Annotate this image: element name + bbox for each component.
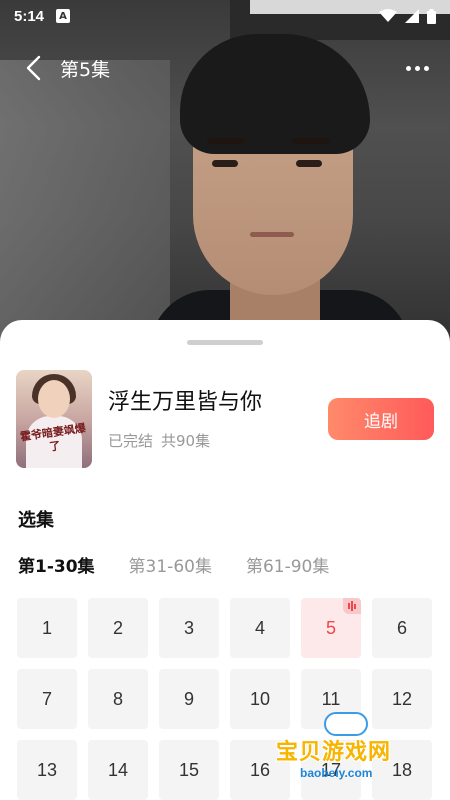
episode-number: 5 xyxy=(325,617,336,638)
wifi-icon xyxy=(379,9,397,22)
episode-number: 13 xyxy=(36,759,58,780)
now-playing-bar xyxy=(354,603,356,609)
episode-button-current[interactable]: 5 xyxy=(301,598,361,658)
episode-button[interactable]: 2 xyxy=(88,598,148,658)
episode-button[interactable]: 13 xyxy=(17,740,77,800)
video-actor-mouth xyxy=(250,232,294,237)
episode-button[interactable]: 3 xyxy=(159,598,219,658)
drama-info: 霍爷暗妻飒爆了 浮生万里皆与你 已完结 共90集 追剧 xyxy=(16,370,436,470)
episode-number: 6 xyxy=(396,617,407,638)
episode-button[interactable]: 7 xyxy=(17,669,77,729)
episode-section-title: 选集 xyxy=(18,510,54,531)
episode-range-tab[interactable]: 第31-60集 xyxy=(129,552,212,577)
signal-icon xyxy=(405,9,419,23)
episode-range-tab[interactable]: 第61-90集 xyxy=(246,552,329,577)
more-dots-icon xyxy=(405,65,411,71)
status-icons xyxy=(379,8,436,24)
more-dot xyxy=(423,65,429,71)
top-nav-bar: 第5集 xyxy=(0,48,450,88)
episode-number: 12 xyxy=(391,688,413,709)
status-time: 5:14 xyxy=(14,7,45,25)
episode-number: 9 xyxy=(183,688,194,709)
episode-button[interactable]: 9 xyxy=(159,669,219,729)
episode-number: 14 xyxy=(107,759,129,780)
watermark-text: 宝贝游戏网 xyxy=(276,740,392,765)
episode-number: 16 xyxy=(249,759,271,780)
video-actor-brow-left xyxy=(207,138,245,144)
follow-drama-button[interactable]: 追剧 xyxy=(328,398,434,440)
drama-episode-count: 共90集 xyxy=(161,432,211,450)
episode-number: 11 xyxy=(321,688,341,709)
battery-icon xyxy=(427,8,436,24)
episode-button[interactable]: 6 xyxy=(372,598,432,658)
back-button[interactable] xyxy=(18,53,48,83)
episode-button[interactable]: 1 xyxy=(17,598,77,658)
now-playing-bar xyxy=(351,601,353,611)
episode-range-tabs: 第1-30集 第31-60集 第61-90集 xyxy=(18,552,329,577)
episode-button[interactable]: 4 xyxy=(230,598,290,658)
video-scene-wall xyxy=(0,60,170,360)
episode-number: 10 xyxy=(249,688,271,709)
episode-button[interactable]: 15 xyxy=(159,740,219,800)
episode-number: 8 xyxy=(112,688,123,709)
more-dot xyxy=(414,65,420,71)
gamepad-icon xyxy=(324,712,368,736)
more-options-button[interactable] xyxy=(402,53,432,83)
video-actor-eye-left xyxy=(212,160,238,167)
episode-title: 第5集 xyxy=(60,58,111,81)
episode-button[interactable]: 14 xyxy=(88,740,148,800)
episode-number: 1 xyxy=(41,617,52,638)
drama-title: 浮生万里皆与你 xyxy=(108,390,263,415)
drama-meta: 已完结 共90集 xyxy=(108,430,218,451)
site-watermark: 宝贝游戏网 baobeiy.com xyxy=(272,710,432,792)
episode-number: 7 xyxy=(41,688,52,709)
notification-icon: A xyxy=(56,9,71,23)
chevron-left-icon xyxy=(26,55,41,81)
episode-range-tab[interactable]: 第1-30集 xyxy=(18,552,95,577)
video-actor-brow-right xyxy=(292,138,330,144)
now-playing-icon xyxy=(343,598,361,614)
episode-number: 3 xyxy=(183,617,194,638)
status-bar: 5:14 A xyxy=(0,0,450,32)
sheet-drag-handle[interactable] xyxy=(187,340,263,345)
now-playing-bar xyxy=(348,603,350,609)
episode-button[interactable]: 8 xyxy=(88,669,148,729)
watermark-url: baobeiy.com xyxy=(300,766,373,780)
drama-cover: 霍爷暗妻飒爆了 xyxy=(16,370,92,468)
drama-status: 已完结 xyxy=(108,432,154,450)
video-actor-eye-right xyxy=(296,160,322,167)
episode-number: 2 xyxy=(112,617,123,638)
episode-number: 15 xyxy=(178,759,200,780)
cover-figure-face xyxy=(38,380,70,418)
episode-number: 4 xyxy=(254,617,265,638)
